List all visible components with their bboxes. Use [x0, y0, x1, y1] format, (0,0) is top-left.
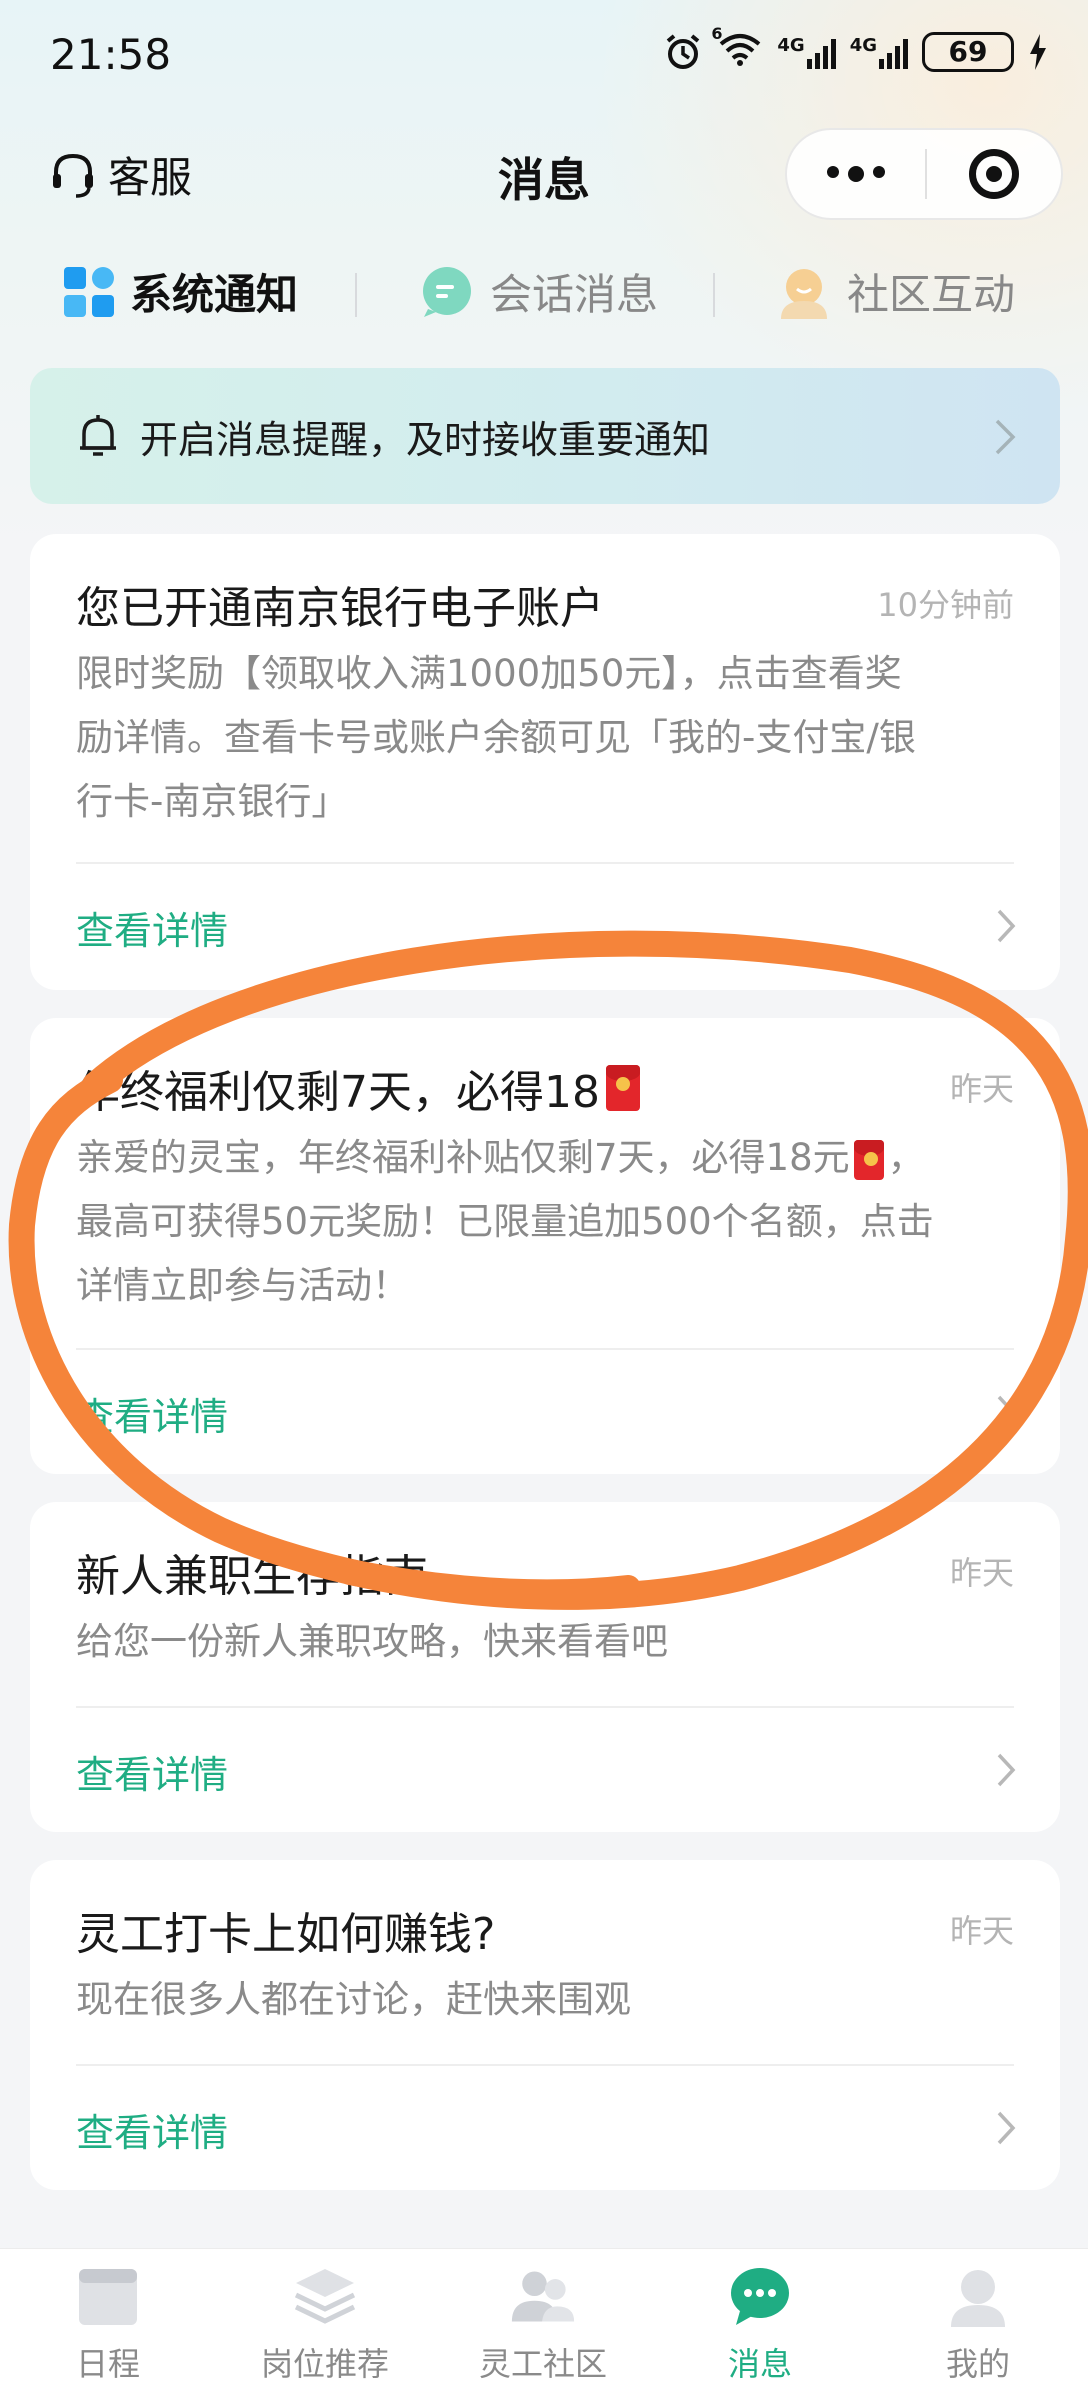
status-time: 21:58: [50, 30, 172, 79]
header: 客服 消息: [0, 120, 1088, 230]
message-body: 亲爱的灵宝，年终福利补贴仅剩7天，必得18元， 最高可获得50元奖励！已限量追加…: [76, 1136, 934, 1307]
tabbar-label: 灵工社区: [478, 2345, 607, 2383]
tabbar-item-job-recommend[interactable]: 岗位推荐: [225, 2263, 425, 2385]
network-type-label: 4G: [777, 34, 805, 56]
profile-icon: [951, 2270, 1005, 2327]
view-details-link[interactable]: 查看详情: [76, 900, 228, 955]
chevron-right-icon: [997, 909, 1016, 943]
card-divider: [76, 1348, 1014, 1350]
message-body: 现在很多人都在讨论，赶快来围观: [76, 1978, 631, 2021]
people-icon: [511, 2271, 575, 2322]
tab-label: 社区互动: [847, 270, 1016, 319]
tab-divider: [713, 273, 715, 317]
more-options-button[interactable]: [787, 166, 925, 182]
tabbar-label: 我的: [945, 2345, 1010, 2383]
message-card[interactable]: 新人兼职生存指南 昨天 给您一份新人兼职攻略，快来看看吧 查看详情: [30, 1502, 1060, 1832]
chevron-right-icon: [995, 419, 1016, 455]
status-bar: 21:58 6 4G 4G 69: [0, 0, 1088, 110]
status-icons: 6 4G 4G 69: [663, 24, 1048, 73]
card-divider: [76, 2064, 1014, 2066]
tabbar-label: 日程: [75, 2345, 140, 2383]
card-divider: [76, 862, 1014, 864]
chevron-right-icon: [997, 1395, 1016, 1429]
message-card[interactable]: 您已开通南京银行电子账户 10分钟前 限时奖励【领取收入满1000加50元】，点…: [30, 534, 1060, 990]
avatar-icon: [781, 268, 827, 319]
wifi-standard-label: 6: [711, 24, 723, 43]
message-time: 昨天: [949, 1912, 1014, 1950]
dot-icon: [827, 166, 839, 178]
notification-reminder-banner[interactable]: 开启消息提醒，及时接收重要通知: [30, 368, 1060, 504]
calendar-icon: [79, 2269, 137, 2325]
banner-text: 开启消息提醒，及时接收重要通知: [140, 417, 711, 462]
wifi-icon: [720, 34, 761, 66]
chevron-right-icon: [997, 2111, 1016, 2145]
close-mini-program-button[interactable]: [927, 149, 1061, 199]
cellular-signal-1: 4G: [777, 34, 836, 69]
message-card[interactable]: 年终福利仅剩7天，必得18 昨天 亲爱的灵宝，年终福利补贴仅剩7天，必得18元，…: [30, 1018, 1060, 1474]
chat-bubble-icon: [423, 266, 471, 317]
alarm-icon: [667, 33, 700, 69]
message-title: 您已开通南京银行电子账户: [76, 583, 604, 634]
chevron-right-icon: [997, 1753, 1016, 1787]
tab-divider: [355, 273, 357, 317]
charging-icon: [1030, 33, 1046, 70]
tabbar-item-schedule[interactable]: 日程: [8, 2263, 208, 2385]
message-time: 10分钟前: [877, 586, 1014, 624]
message-title: 年终福利仅剩7天，必得18: [76, 1056, 640, 1120]
message-time: 昨天: [949, 1070, 1014, 1108]
cellular-signal-2: 4G: [850, 35, 908, 69]
tabbar-item-messages[interactable]: 消息: [660, 2263, 860, 2385]
dot-icon: [848, 166, 864, 182]
tabbar-label: 岗位推荐: [260, 2345, 389, 2383]
tabbar-label: 消息: [727, 2345, 792, 2383]
red-envelope-icon: [853, 1139, 884, 1180]
tabbar-item-community[interactable]: 灵工社区: [443, 2263, 643, 2385]
message-body: 给您一份新人兼职攻略，快来看看吧: [76, 1620, 668, 1663]
mini-program-capsule: [785, 128, 1063, 220]
message-title: 新人兼职生存指南: [76, 1551, 428, 1602]
message-category-tabs: 系统通知 会话消息 社区互动: [0, 255, 1088, 335]
view-details-link[interactable]: 查看详情: [76, 1386, 228, 1441]
layers-icon: [294, 2269, 356, 2324]
bottom-tab-bar: 日程 岗位推荐 灵工社区 消息 我的: [0, 2248, 1088, 2400]
target-icon: [969, 149, 1019, 199]
grid-icon: [64, 266, 114, 317]
battery-indicator: 69: [922, 31, 1014, 72]
message-title: 灵工打卡上如何赚钱?: [76, 1909, 496, 1960]
message-card[interactable]: 灵工打卡上如何赚钱? 昨天 现在很多人都在讨论，赶快来围观 查看详情: [30, 1860, 1060, 2190]
tab-label: 会话消息: [490, 270, 659, 319]
message-body: 限时奖励【领取收入满1000加50元】，点击查看奖 励详情。查看卡号或账户余额可…: [76, 652, 916, 823]
bell-icon: [80, 415, 116, 456]
red-envelope-icon: [605, 1065, 640, 1111]
tab-conversation[interactable]: 会话消息: [418, 261, 658, 322]
view-details-link[interactable]: 查看详情: [76, 2102, 228, 2157]
tabbar-item-profile[interactable]: 我的: [878, 2263, 1078, 2385]
message-bubble-icon: [731, 2268, 789, 2325]
tab-system-notice[interactable]: 系统通知: [62, 261, 298, 322]
dot-icon: [873, 166, 885, 178]
view-details-link[interactable]: 查看详情: [76, 1744, 228, 1799]
tab-label: 系统通知: [130, 270, 299, 319]
message-time: 昨天: [949, 1554, 1014, 1592]
tab-community[interactable]: 社区互动: [775, 261, 1015, 322]
card-divider: [76, 1706, 1014, 1708]
network-type-label: 4G: [849, 34, 877, 56]
